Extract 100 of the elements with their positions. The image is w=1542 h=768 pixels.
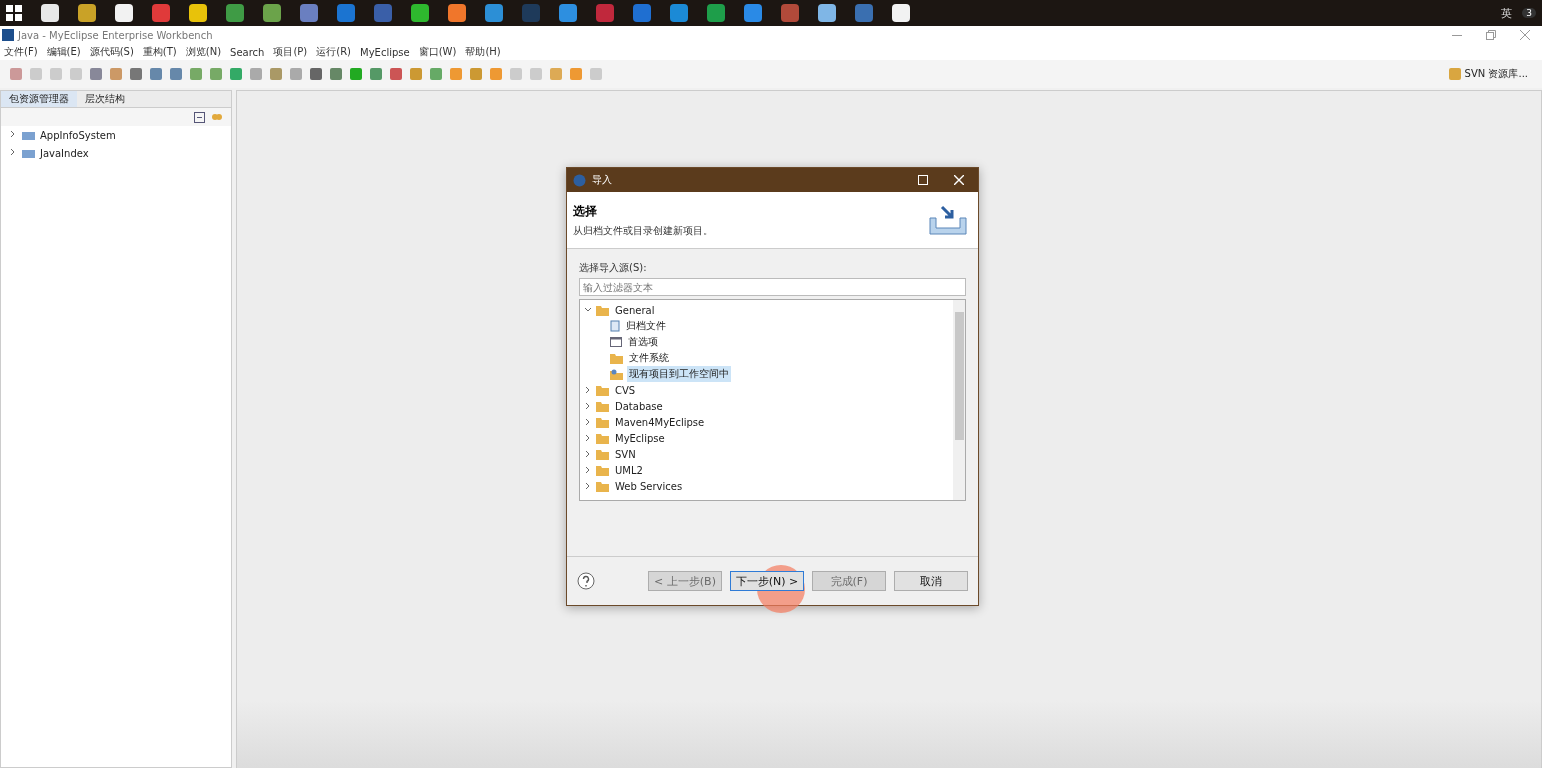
app-icon[interactable] [300, 4, 318, 22]
tree-item[interactable]: SVN [613, 447, 638, 461]
app-icon[interactable] [152, 4, 170, 22]
menu-item[interactable]: 浏览(N) [185, 45, 222, 59]
perspective-button[interactable]: SVN 资源库... [1444, 67, 1532, 81]
toolbar-icon[interactable] [370, 68, 382, 80]
chevron-right-icon[interactable] [9, 148, 17, 156]
app-icon[interactable] [559, 4, 577, 22]
app-icon[interactable] [226, 4, 244, 22]
scrollbar[interactable] [953, 300, 965, 500]
app-logo-icon [573, 173, 586, 187]
maximize-icon[interactable] [918, 175, 928, 185]
app-icon[interactable] [744, 4, 762, 22]
toolbar-icon[interactable] [10, 68, 22, 80]
tree-item[interactable]: Web Services [613, 479, 685, 493]
menu-item[interactable]: 运行(R) [316, 45, 352, 59]
app-icon[interactable] [263, 4, 281, 22]
help-icon[interactable] [577, 572, 595, 590]
tree-item[interactable]: 文件系统 [627, 350, 671, 366]
toolbar-icon[interactable] [190, 68, 202, 80]
toolbar-icon[interactable] [350, 68, 362, 80]
chevron-right-icon[interactable] [9, 130, 17, 138]
tree-item[interactable]: 现有项目到工作空间中 [627, 366, 731, 382]
input-method-indicator[interactable]: 英 [1501, 5, 1513, 21]
app-icon[interactable] [818, 4, 836, 22]
chevron-right-icon[interactable] [584, 434, 592, 442]
menu-item[interactable]: 文件(F) [4, 45, 38, 59]
page-heading: 选择 [573, 202, 598, 220]
menu-item[interactable]: 源代码(S) [89, 45, 134, 59]
menu-item[interactable]: 窗口(W) [418, 45, 457, 59]
project-name[interactable]: AppInfoSystem [40, 129, 116, 141]
toolbar-icon[interactable] [330, 68, 342, 80]
toolbar-icon[interactable] [210, 68, 222, 80]
chevron-right-icon[interactable] [584, 418, 592, 426]
toolbar-icon[interactable] [470, 68, 482, 80]
chevron-right-icon[interactable] [584, 482, 592, 490]
notification-count[interactable]: 3 [1522, 8, 1536, 18]
chevron-right-icon[interactable] [584, 386, 592, 394]
menu-item[interactable]: 编辑(E) [46, 45, 81, 59]
tree-item[interactable]: 首选项 [626, 334, 660, 350]
tree-item[interactable]: 归档文件 [624, 318, 668, 334]
tree-item[interactable]: CVS [613, 383, 638, 397]
chevron-right-icon[interactable] [584, 402, 592, 410]
tree-item[interactable]: MyEclipse [613, 431, 667, 445]
tree-item[interactable]: UML2 [613, 463, 645, 477]
app-icon[interactable] [670, 4, 688, 22]
app-icon[interactable] [892, 4, 910, 22]
toolbar-icon[interactable] [450, 68, 462, 80]
menu-item[interactable]: MyEclipse [360, 46, 410, 58]
toolbar-icon[interactable] [150, 68, 162, 80]
chevron-down-icon[interactable] [584, 306, 592, 314]
toolbar-icon[interactable] [310, 68, 322, 80]
chevron-right-icon[interactable] [584, 450, 592, 458]
folder-icon [610, 352, 623, 364]
folder-icon [596, 384, 609, 396]
app-icon[interactable] [189, 4, 207, 22]
menu-item[interactable]: Search [230, 46, 265, 58]
restore-icon[interactable] [1486, 30, 1496, 40]
window-title: Java - MyEclipse Enterprise Workbench [18, 29, 213, 41]
panel-tab[interactable]: 层次结构 [77, 91, 133, 107]
tree-item[interactable]: Maven4MyEclipse [613, 415, 707, 429]
tree-item[interactable]: Database [613, 399, 665, 413]
toolbar-icon[interactable] [410, 68, 422, 80]
panel-tab[interactable]: 包资源管理器 [1, 91, 77, 107]
filter-field[interactable]: 输入过滤器文本 [579, 278, 966, 296]
toolbar-icon[interactable] [110, 68, 122, 80]
dialog-button[interactable]: 取消 [894, 571, 968, 591]
project-name[interactable]: JavaIndex [40, 147, 89, 159]
dialog-button[interactable]: 下一步(N) > [730, 571, 804, 591]
toolbar-icon[interactable] [390, 68, 402, 80]
app-icon[interactable] [115, 4, 133, 22]
toolbar-icon[interactable] [250, 68, 262, 80]
app-icon[interactable] [855, 4, 873, 22]
menu-item[interactable]: 帮助(H) [465, 45, 501, 59]
collapse-all-icon[interactable] [194, 111, 205, 123]
app-icon[interactable] [78, 4, 96, 22]
app-icon[interactable] [337, 4, 355, 22]
toolbar-icon[interactable] [270, 68, 282, 80]
link-icon[interactable] [211, 111, 223, 123]
toolbar-icon[interactable] [550, 68, 562, 80]
toolbar-icon[interactable] [130, 68, 142, 80]
app-icon[interactable] [707, 4, 725, 22]
toolbar-icon[interactable] [430, 68, 442, 80]
app-icon[interactable] [633, 4, 651, 22]
menu-item[interactable]: 项目(P) [273, 45, 308, 59]
app-icon[interactable] [781, 4, 799, 22]
tree-item[interactable]: General [613, 303, 657, 317]
app-icon[interactable] [41, 4, 59, 22]
toolbar-icon[interactable] [90, 68, 102, 80]
toolbar-icon[interactable] [570, 68, 582, 80]
toolbar-icon[interactable] [170, 68, 182, 80]
toolbar-icon[interactable] [490, 68, 502, 80]
toolbar-icon[interactable] [230, 68, 242, 80]
app-icon[interactable] [485, 4, 503, 22]
toolbar-icon[interactable] [290, 68, 302, 80]
app-icon[interactable] [411, 4, 429, 22]
chevron-right-icon[interactable] [584, 466, 592, 474]
windows-logo-icon[interactable] [6, 5, 22, 21]
menu-item[interactable]: 重构(T) [142, 45, 177, 59]
app-icon[interactable] [448, 4, 466, 22]
